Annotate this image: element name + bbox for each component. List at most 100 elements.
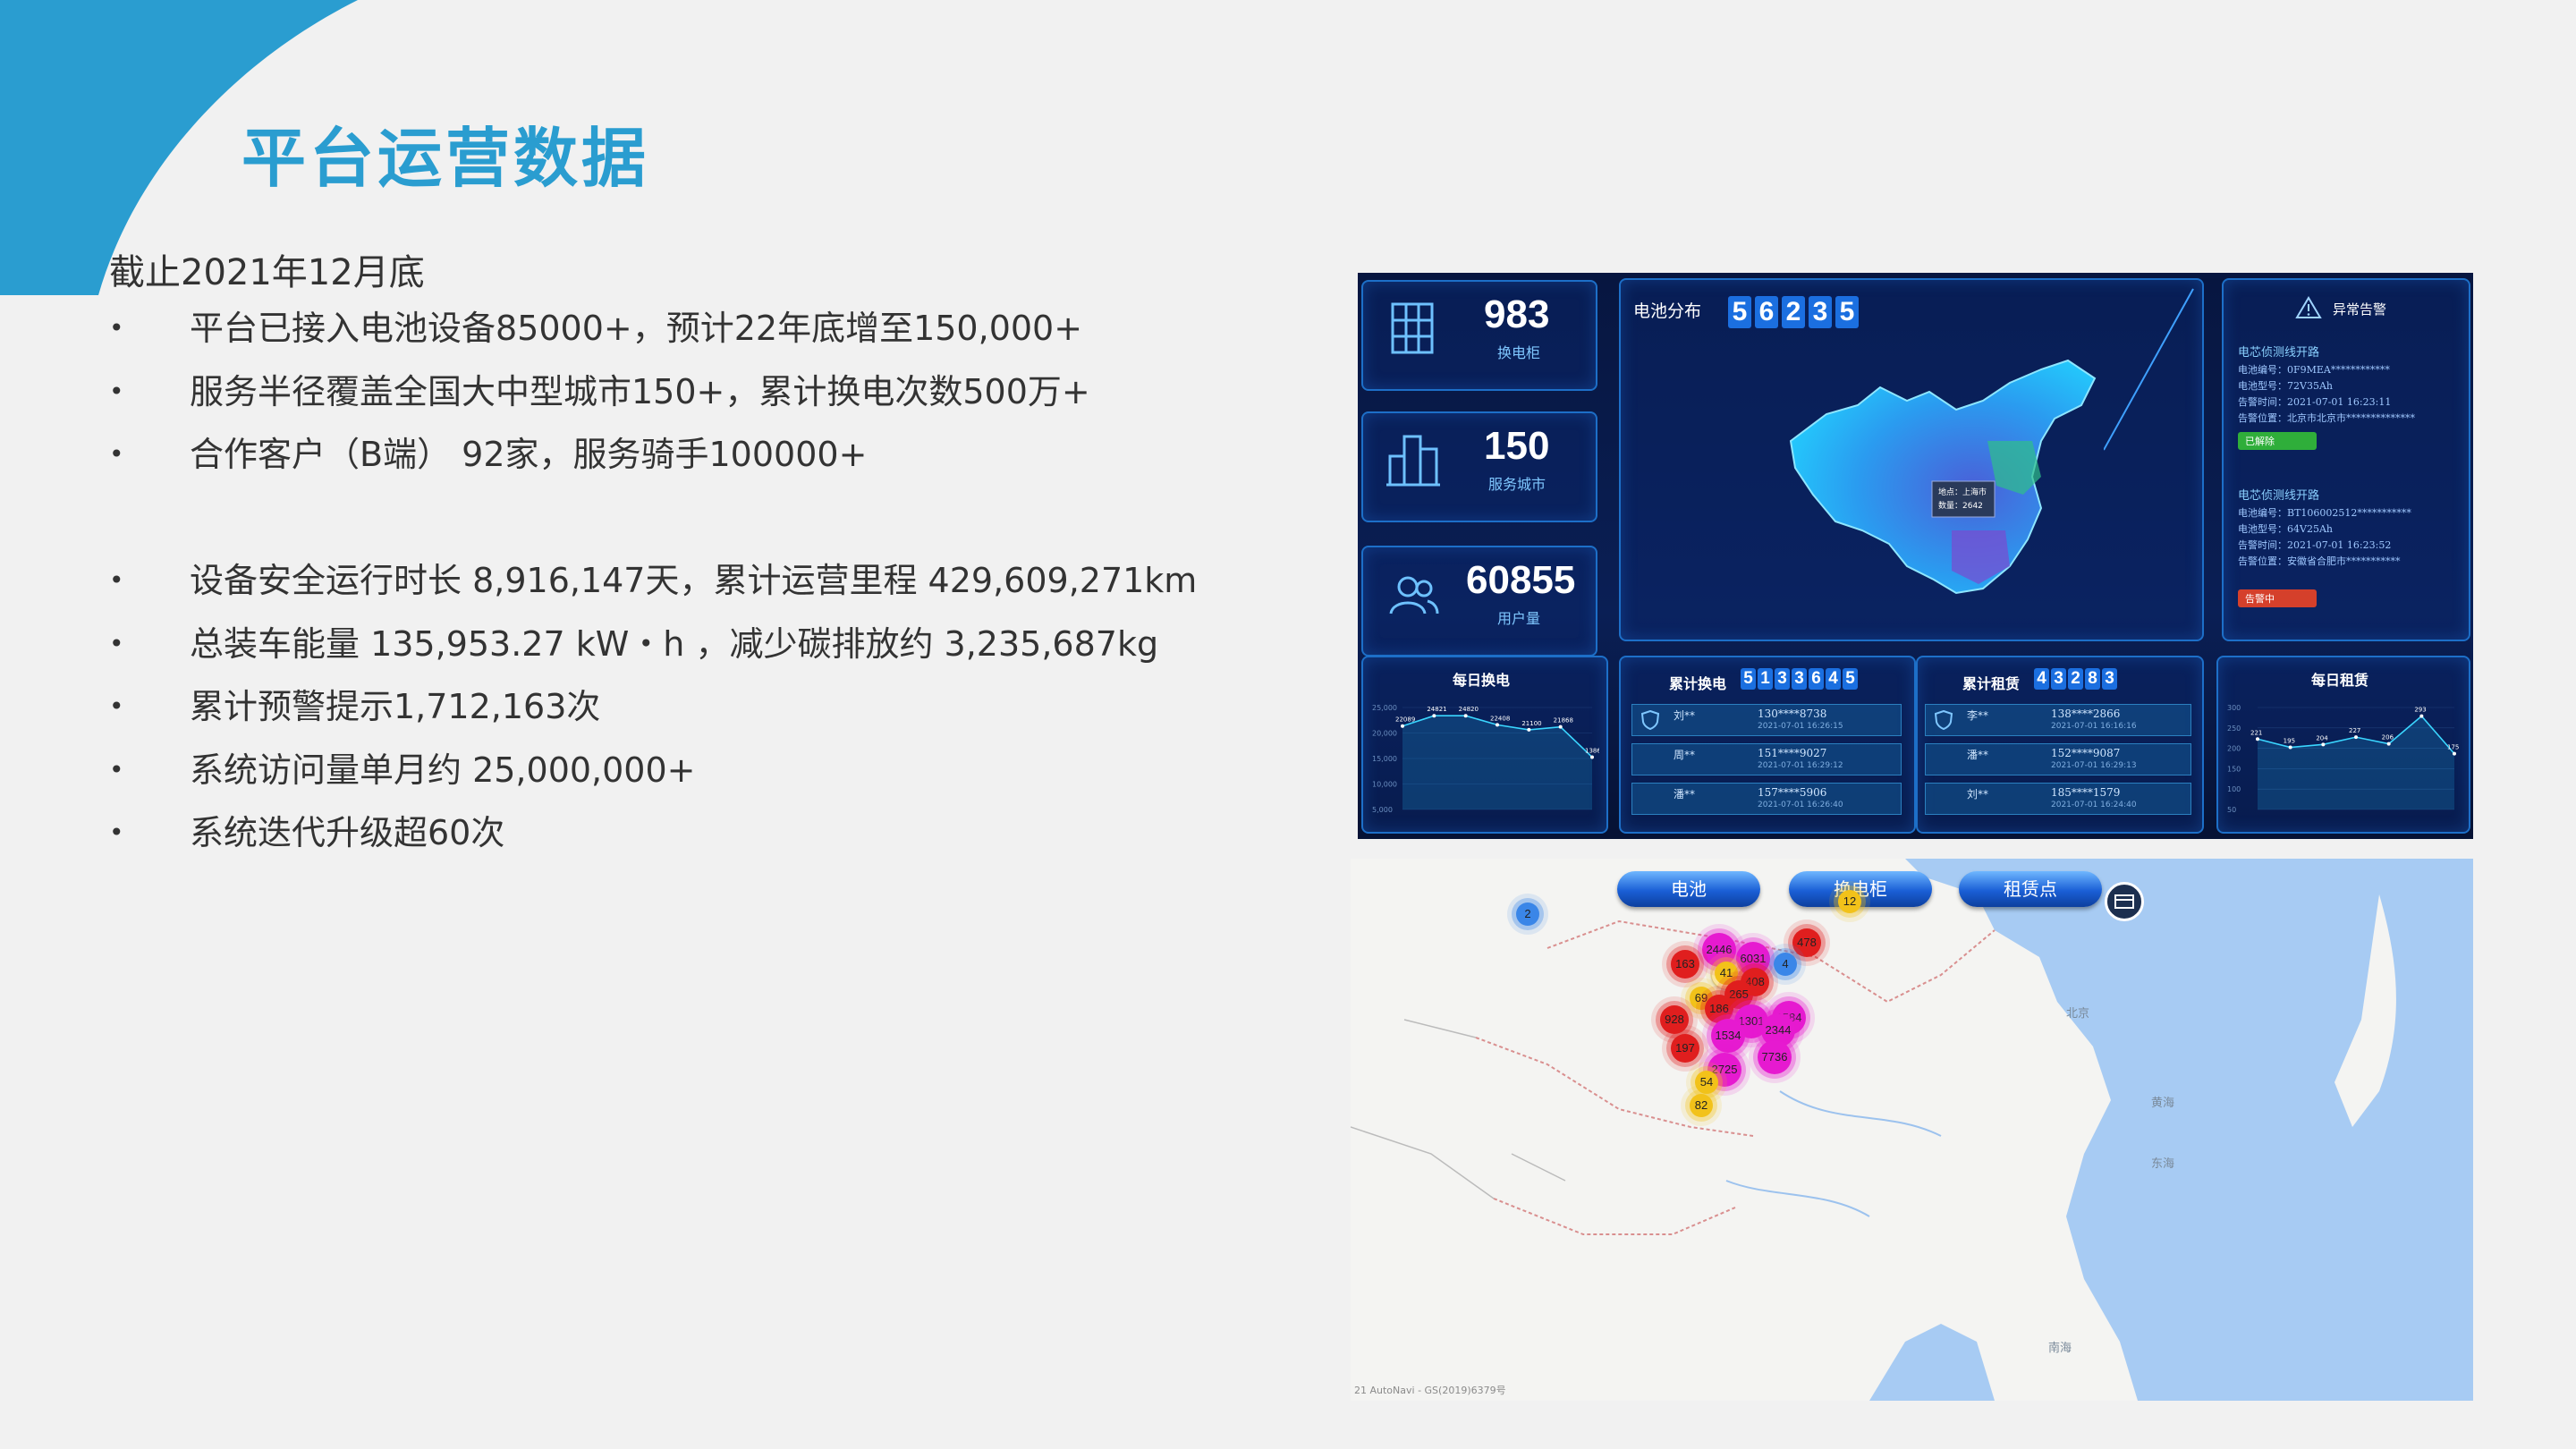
table-row: 刘** 130****8738 2021-07-01 16:26:15 bbox=[1631, 704, 1902, 736]
city-count: 150 bbox=[1484, 424, 1550, 468]
alerts-title: 异常告警 bbox=[2333, 301, 2387, 318]
shield-icon bbox=[1641, 710, 1659, 730]
stats-bullet-list: • 平台已接入电池设备85000+，预计22年底增至150,000+ • 服务半径覆… bbox=[100, 297, 1308, 865]
battery-distribution-counter: 56235 bbox=[1728, 296, 1862, 328]
data-label: 227 bbox=[2349, 727, 2360, 734]
svg-text:数量：2642: 数量：2642 bbox=[1938, 500, 1983, 511]
data-point bbox=[2321, 742, 2326, 747]
data-point bbox=[1432, 714, 1436, 718]
data-label: 22408 bbox=[1490, 715, 1510, 722]
stat-card-users: 60855 用户量 bbox=[1361, 546, 1597, 657]
map-cluster-marker[interactable]: 1534 bbox=[1711, 1019, 1745, 1053]
list-item: • 系统访问量单月约 25,000,000+ bbox=[109, 750, 696, 790]
alert-line: 告警位置：北京市北京市************** bbox=[2238, 412, 2415, 424]
battery-filter-button[interactable]: 电池 bbox=[1617, 871, 1760, 907]
cumulative-rent-panel: 累计租赁 43283 李** 138****2866 2021-07-01 16:1… bbox=[1916, 656, 2204, 834]
map-cluster-marker[interactable]: 2 bbox=[1516, 902, 1539, 926]
data-label: 24821 bbox=[1427, 706, 1446, 713]
user-label: 用户量 bbox=[1497, 610, 1541, 627]
battery-distribution-panel: 电池分布 56235 地点：上海市 数量：2642 bbox=[1619, 278, 2204, 641]
data-point bbox=[2419, 714, 2424, 718]
y-tick-label: 50 bbox=[2227, 806, 2236, 814]
data-label: 206 bbox=[2382, 734, 2394, 741]
map-cluster-marker[interactable]: 197 bbox=[1671, 1034, 1699, 1063]
y-tick-label: 15,000 bbox=[1372, 755, 1397, 763]
cumulative-rent-counter: 43283 bbox=[2034, 668, 2119, 690]
city-label: 服务城市 bbox=[1488, 476, 1546, 493]
cumulative-rent-title: 累计租赁 bbox=[1962, 675, 2021, 692]
y-tick-label: 25,000 bbox=[1372, 704, 1397, 712]
layer-toggle-icon[interactable] bbox=[2105, 882, 2144, 921]
data-label: 21868 bbox=[1554, 717, 1573, 724]
data-point bbox=[2354, 735, 2358, 740]
data-label: 221 bbox=[2250, 729, 2262, 736]
alert-status-badge[interactable]: 告警中 bbox=[2238, 589, 2317, 607]
rental-point-filter-button[interactable]: 租赁点 bbox=[1959, 871, 2102, 907]
as-of-date: 截止2021年12月底 bbox=[109, 252, 425, 293]
dashboard-screenshot: 983 换电柜 150 服务城市 60855 用户量 电池分布 56235 地点… bbox=[1358, 273, 2473, 839]
data-label: 21100 bbox=[1521, 720, 1541, 727]
y-tick-label: 200 bbox=[2227, 745, 2241, 753]
alert-line: 电池编号：BT106002512*********** bbox=[2238, 507, 2411, 519]
map-cluster-marker[interactable]: 54 bbox=[1695, 1071, 1718, 1094]
data-point bbox=[1401, 724, 1404, 728]
battery-distribution-title: 电池分布 bbox=[1633, 301, 1702, 321]
cumulative-swap-counter: 5133645 bbox=[1741, 668, 1860, 690]
map-label-yellow-sea: 黄海 bbox=[2151, 1097, 2175, 1110]
alert-line: 告警位置：安徽省合肥市*********** bbox=[2238, 555, 2401, 567]
y-tick-label: 250 bbox=[2227, 724, 2241, 733]
map-cluster-marker[interactable]: 478 bbox=[1792, 928, 1821, 957]
daily-rent-chart: 300 250 200 150 100 50 221 195 204 227 206 293 175 bbox=[2227, 704, 2459, 814]
map-cluster-marker[interactable]: 7736 bbox=[1758, 1040, 1792, 1074]
map-cluster-marker[interactable]: 82 bbox=[1690, 1094, 1713, 1117]
list-item: • 合作客户（B端） 92家，服务骑手100000+ bbox=[109, 435, 868, 474]
data-point bbox=[2256, 737, 2259, 741]
data-label: 22089 bbox=[1395, 716, 1415, 724]
alert-line: 电池型号：64V25Ah bbox=[2238, 523, 2333, 535]
list-item: • 服务半径覆盖全国大中型城市150+，累计换电次数500万+ bbox=[109, 371, 1090, 411]
city-icon bbox=[1386, 435, 1440, 487]
daily-rent-title: 每日租赁 bbox=[2311, 672, 2369, 689]
daily-swap-title: 每日换电 bbox=[1453, 672, 1511, 689]
data-label: 24820 bbox=[1459, 706, 1479, 713]
map-cluster-marker[interactable]: 928 bbox=[1660, 1005, 1689, 1034]
alert-line: 告警时间：2021-07-01 16:23:52 bbox=[2238, 539, 2392, 551]
data-label: 195 bbox=[2284, 738, 2295, 745]
page-title: 平台运营数据 bbox=[242, 121, 650, 196]
map-attribution: 21 AutoNavi - GS(2019)6379号 bbox=[1354, 1385, 1506, 1396]
table-row: 潘** 157****5906 2021-07-01 16:26:40 bbox=[1631, 783, 1902, 815]
cumulative-swap-title: 累计换电 bbox=[1669, 675, 1727, 692]
data-point bbox=[1496, 723, 1499, 727]
data-point bbox=[2288, 745, 2292, 750]
users-icon bbox=[1389, 576, 1439, 614]
table-row: 潘** 152****9087 2021-07-01 16:29:13 bbox=[1925, 743, 2191, 775]
cabinet-count: 983 bbox=[1484, 292, 1550, 336]
y-tick-label: 150 bbox=[2227, 765, 2241, 773]
map-cluster-marker[interactable]: 12 bbox=[1838, 890, 1861, 913]
map-label-beijing: 北京 bbox=[2066, 1007, 2090, 1021]
svg-text:地点：上海市: 地点：上海市 bbox=[1938, 487, 1987, 497]
china-map-graphic: 地点：上海市 数量：2642 bbox=[1789, 359, 2097, 595]
y-tick-label: 100 bbox=[2227, 785, 2241, 793]
daily-swap-panel: 每日换电 25,000 20,000 15,000 10,000 5,000 22089 2… bbox=[1361, 656, 1608, 834]
map-cluster-marker[interactable]: 163 bbox=[1671, 950, 1699, 979]
data-label: 13863 bbox=[1585, 747, 1599, 754]
alert-status-badge[interactable]: 已解除 bbox=[2238, 432, 2317, 450]
shield-icon bbox=[1935, 710, 1953, 730]
alert-heading: 电芯侦测线开路 bbox=[2238, 346, 2320, 360]
daily-swap-chart: 25,000 20,000 15,000 10,000 5,000 22089 24821 2… bbox=[1372, 704, 1599, 814]
table-row: 刘** 185****1579 2021-07-01 16:24:40 bbox=[1925, 783, 2191, 815]
data-point bbox=[1527, 727, 1531, 732]
daily-rent-panel: 每日租赁 300 250 200 150 100 50 221 195 204 227 206 293… bbox=[2216, 656, 2470, 834]
data-label: 175 bbox=[2447, 744, 2459, 751]
data-point bbox=[2386, 741, 2391, 746]
cabinet-icon bbox=[1391, 302, 1434, 354]
map-label-east-sea: 东海 bbox=[2151, 1157, 2175, 1171]
table-row: 李** 138****2866 2021-07-01 16:16:16 bbox=[1925, 704, 2191, 736]
map-label-south-sea: 南海 bbox=[2048, 1342, 2072, 1355]
map-cluster-marker[interactable]: 4 bbox=[1774, 953, 1797, 976]
list-item: • 累计预警提示1,712,163次 bbox=[109, 687, 601, 726]
data-point bbox=[1590, 755, 1594, 759]
list-item: • 设备安全运行时长 8,916,147天，累计运营里程 429,609,271k… bbox=[109, 561, 1198, 600]
data-point bbox=[2453, 751, 2456, 756]
